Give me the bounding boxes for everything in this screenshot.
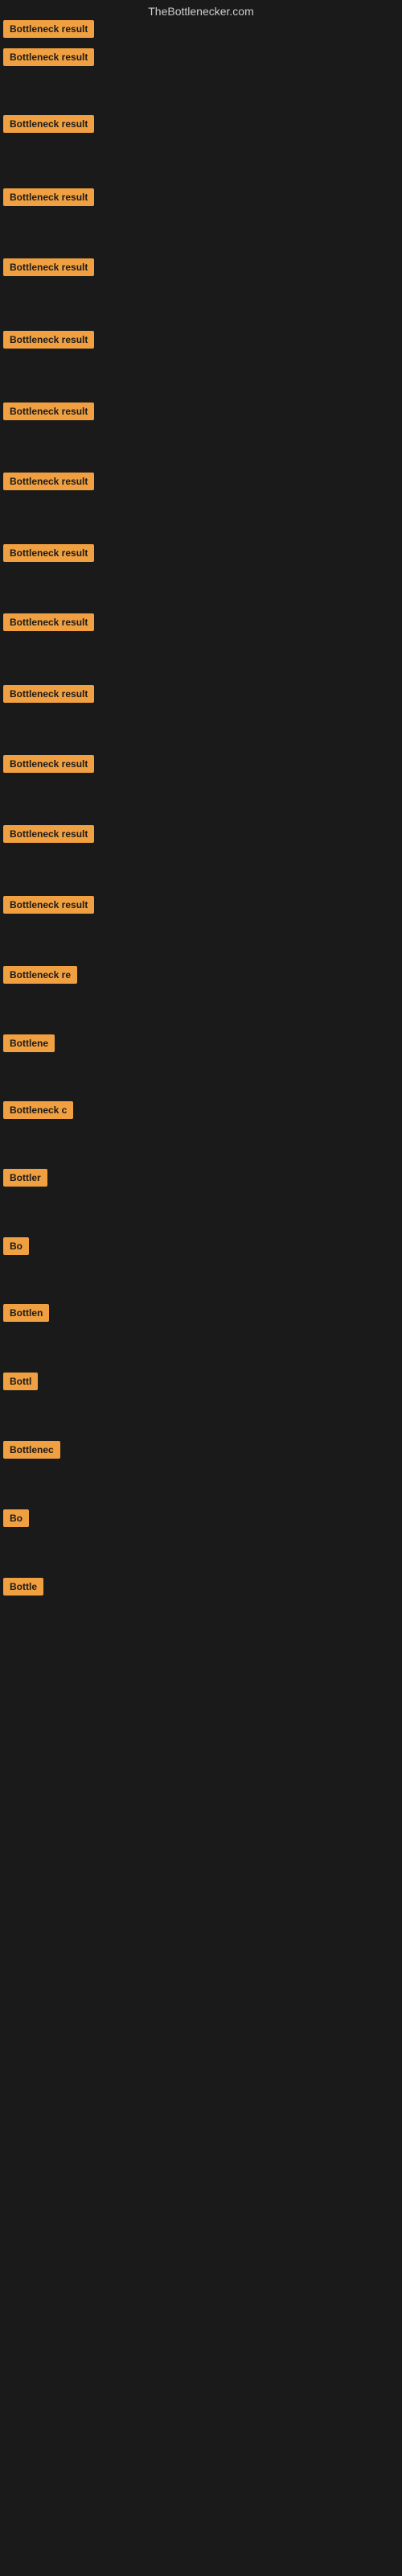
bottleneck-result-item-13: Bottleneck result [3, 825, 94, 847]
bottleneck-result-item-16: Bottlene [3, 1034, 55, 1056]
bottleneck-badge-13[interactable]: Bottleneck result [3, 825, 94, 843]
bottleneck-result-item-23: Bo [3, 1509, 29, 1531]
bottleneck-badge-22[interactable]: Bottlenec [3, 1441, 60, 1459]
results-container: Bottleneck result Bottleneck result Bottle… [0, 0, 402, 2576]
bottleneck-result-item-9: Bottleneck result [3, 544, 94, 566]
bottleneck-result-item-18: Bottler [3, 1169, 47, 1191]
bottleneck-badge-10[interactable]: Bottleneck result [3, 613, 94, 631]
bottleneck-result-item-15: Bottleneck re [3, 966, 77, 988]
bottleneck-badge-8[interactable]: Bottleneck result [3, 473, 94, 490]
bottleneck-result-item-7: Bottleneck result [3, 402, 94, 424]
bottleneck-badge-24[interactable]: Bottle [3, 1578, 43, 1596]
bottleneck-badge-4[interactable]: Bottleneck result [3, 188, 94, 206]
bottleneck-badge-11[interactable]: Bottleneck result [3, 685, 94, 703]
bottleneck-badge-12[interactable]: Bottleneck result [3, 755, 94, 773]
bottleneck-badge-23[interactable]: Bo [3, 1509, 29, 1527]
bottleneck-result-item-6: Bottleneck result [3, 331, 94, 353]
bottleneck-badge-18[interactable]: Bottler [3, 1169, 47, 1187]
bottleneck-result-item-14: Bottleneck result [3, 896, 94, 918]
bottleneck-badge-2[interactable]: Bottleneck result [3, 48, 94, 66]
bottleneck-badge-6[interactable]: Bottleneck result [3, 331, 94, 349]
bottleneck-badge-3[interactable]: Bottleneck result [3, 115, 94, 133]
bottleneck-badge-21[interactable]: Bottl [3, 1373, 38, 1390]
bottleneck-result-item-24: Bottle [3, 1578, 43, 1600]
bottleneck-badge-19[interactable]: Bo [3, 1237, 29, 1255]
bottleneck-badge-9[interactable]: Bottleneck result [3, 544, 94, 562]
bottleneck-result-item-8: Bottleneck result [3, 473, 94, 494]
bottleneck-result-item-17: Bottleneck c [3, 1101, 73, 1123]
bottleneck-result-item-5: Bottleneck result [3, 258, 94, 280]
bottleneck-result-item-22: Bottlenec [3, 1441, 60, 1463]
bottleneck-result-item-4: Bottleneck result [3, 188, 94, 210]
bottleneck-badge-14[interactable]: Bottleneck result [3, 896, 94, 914]
bottleneck-result-item-19: Bo [3, 1237, 29, 1259]
bottleneck-badge-1[interactable]: Bottleneck result [3, 20, 94, 38]
bottleneck-badge-20[interactable]: Bottlen [3, 1304, 49, 1322]
bottleneck-result-item-1: Bottleneck result [3, 20, 94, 42]
bottleneck-result-item-21: Bottl [3, 1373, 38, 1394]
bottleneck-result-item-3: Bottleneck result [3, 115, 94, 137]
bottleneck-badge-15[interactable]: Bottleneck re [3, 966, 77, 984]
bottleneck-badge-17[interactable]: Bottleneck c [3, 1101, 73, 1119]
bottleneck-badge-5[interactable]: Bottleneck result [3, 258, 94, 276]
bottleneck-result-item-2: Bottleneck result [3, 48, 94, 70]
bottleneck-badge-16[interactable]: Bottlene [3, 1034, 55, 1052]
bottleneck-badge-7[interactable]: Bottleneck result [3, 402, 94, 420]
bottleneck-result-item-12: Bottleneck result [3, 755, 94, 777]
bottleneck-result-item-10: Bottleneck result [3, 613, 94, 635]
bottleneck-result-item-11: Bottleneck result [3, 685, 94, 707]
bottleneck-result-item-20: Bottlen [3, 1304, 49, 1326]
